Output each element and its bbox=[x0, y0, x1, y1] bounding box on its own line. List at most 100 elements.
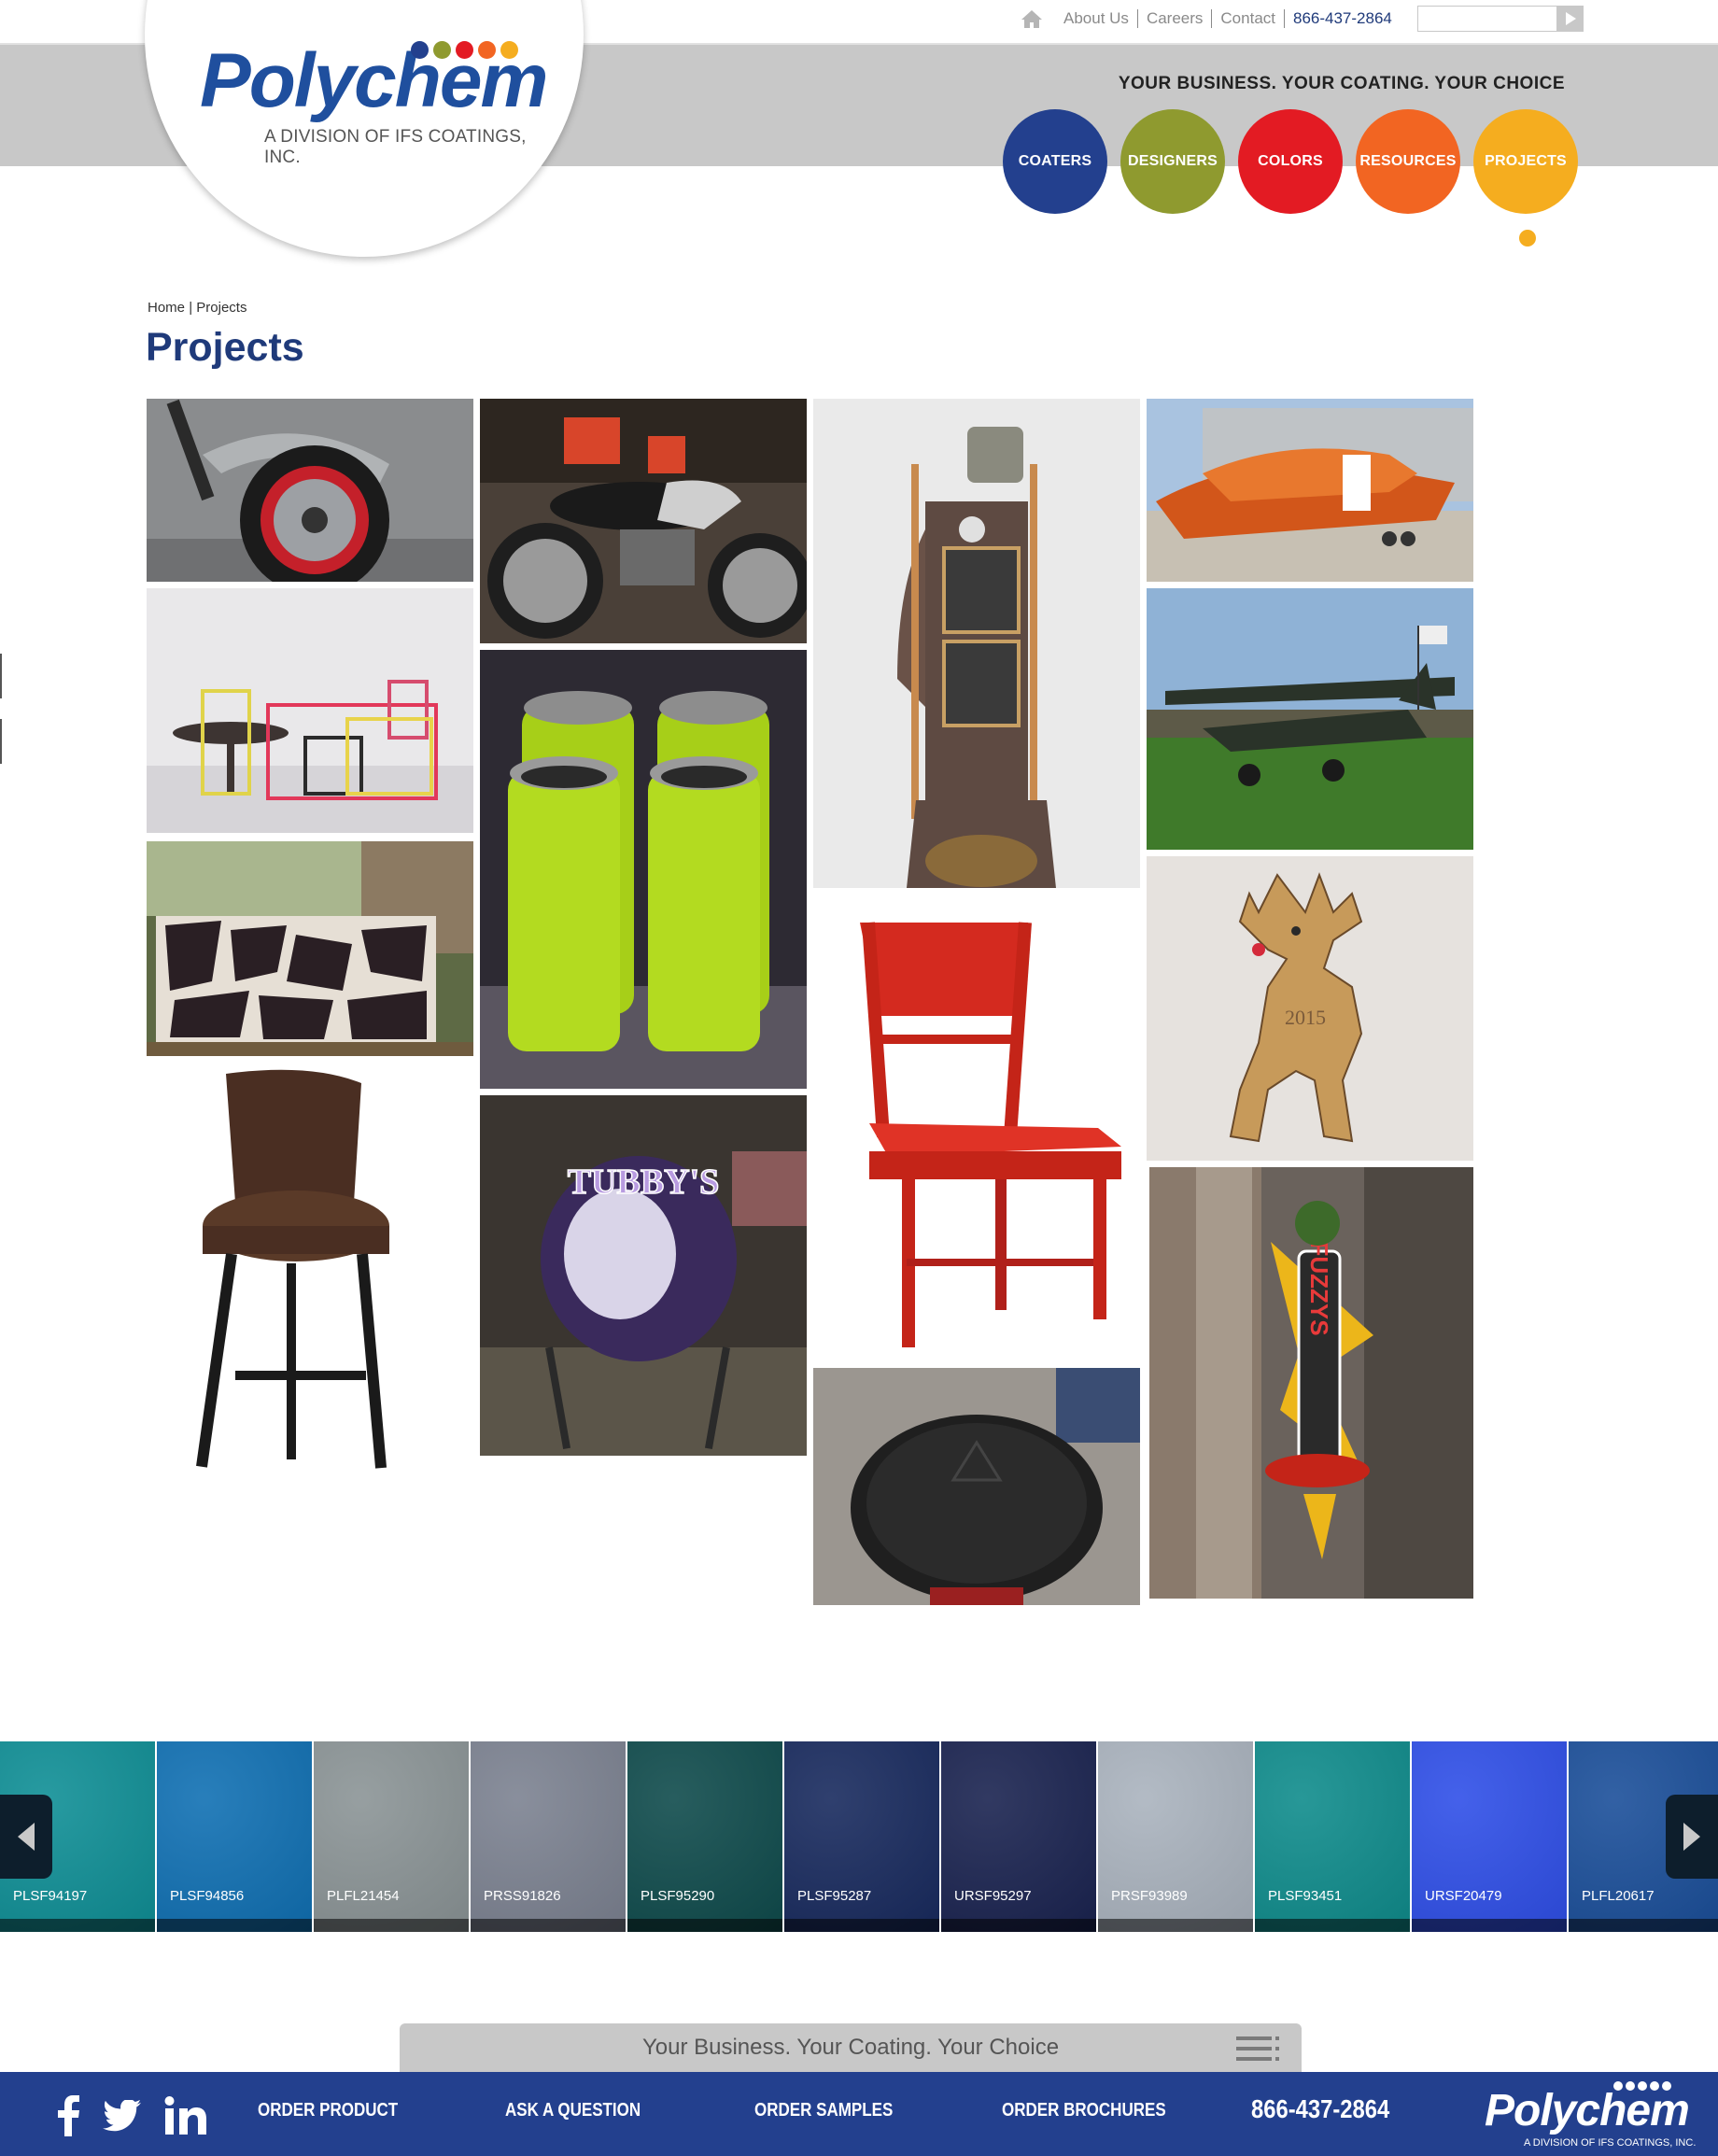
orange-boat-hull-image bbox=[1147, 399, 1473, 582]
swatch-tile[interactable]: URSF20479 bbox=[1412, 1741, 1567, 1932]
reindeer-ornament-image: 2015 bbox=[1147, 856, 1473, 1161]
nav-coaters[interactable]: COATERS bbox=[1003, 109, 1107, 214]
project-steampunk-tower[interactable] bbox=[813, 399, 1140, 888]
project-vintage-airplane[interactable] bbox=[1147, 588, 1473, 850]
utility-links: About Us Careers Contact 866-437-2864 bbox=[1020, 7, 1392, 30]
page: { "header": { "utility_links": ["About U… bbox=[0, 0, 1718, 2156]
swatch-tile[interactable]: URSF95297 bbox=[941, 1741, 1096, 1932]
search-input[interactable] bbox=[1417, 6, 1557, 32]
linkedin-icon[interactable] bbox=[162, 2093, 209, 2139]
logo-dot bbox=[456, 41, 473, 59]
nav-label: PROJECTS bbox=[1485, 153, 1567, 169]
facebook-icon[interactable] bbox=[45, 2093, 92, 2139]
play-arrow-icon bbox=[1566, 12, 1576, 25]
steampunk-tower-image bbox=[813, 399, 1140, 888]
geometric-gate-image bbox=[147, 841, 473, 1056]
project-geometric-gate[interactable] bbox=[147, 841, 473, 1056]
project-tubbys-sign[interactable]: TUBBY'S bbox=[480, 1095, 807, 1456]
nav-projects[interactable]: PROJECTS bbox=[1473, 109, 1578, 214]
header-phone-link[interactable]: 866-437-2864 bbox=[1285, 9, 1392, 28]
logo-dots bbox=[411, 41, 518, 59]
logo-dot bbox=[500, 41, 518, 59]
swatch-footer bbox=[0, 1919, 155, 1932]
swatch-tile[interactable]: PLSF95290 bbox=[627, 1741, 782, 1932]
swatch-tile[interactable]: PRSS91826 bbox=[471, 1741, 626, 1932]
footer-phone[interactable]: 866-437-2864 bbox=[1251, 2094, 1389, 2124]
ornament-year: 2015 bbox=[1285, 1006, 1326, 1029]
swatch-tile[interactable]: PLSF94856 bbox=[157, 1741, 312, 1932]
vintage-airplane-image bbox=[1147, 588, 1473, 850]
footer-logo-wordmark: Polychem bbox=[1485, 2086, 1690, 2135]
nav-resources[interactable]: RESOURCES bbox=[1356, 109, 1460, 214]
tubbys-sign-image: TUBBY'S bbox=[480, 1095, 807, 1456]
logo-dot bbox=[433, 41, 451, 59]
nav-designers[interactable]: DESIGNERS bbox=[1120, 109, 1225, 214]
swatch-code: PLSF95287 bbox=[797, 1888, 872, 1904]
swatch-footer bbox=[627, 1919, 782, 1932]
carousel-next-button[interactable] bbox=[1666, 1795, 1718, 1879]
swatch-code: PLFL21454 bbox=[327, 1888, 400, 1904]
nav-label: RESOURCES bbox=[1359, 153, 1457, 169]
project-red-chair[interactable] bbox=[813, 895, 1140, 1361]
project-honda-motorcycle[interactable] bbox=[480, 399, 807, 643]
page-title: Projects bbox=[146, 325, 304, 370]
logo-tagline: A DIVISION OF IFS COATINGS, INC. bbox=[264, 127, 527, 167]
project-stool-seat[interactable] bbox=[813, 1368, 1140, 1605]
project-fuzzys-sign[interactable]: FUZZYS bbox=[1149, 1167, 1473, 1599]
order-product-link[interactable]: ORDER PRODUCT bbox=[258, 2100, 398, 2121]
nav-colors[interactable]: COLORS bbox=[1238, 109, 1343, 214]
swatch-tile[interactable]: PLSF93451 bbox=[1255, 1741, 1410, 1932]
order-brochures-link[interactable]: ORDER BROCHURES bbox=[1002, 2100, 1166, 2121]
breadcrumb-separator: | bbox=[189, 300, 193, 316]
project-motorcycle-wheel[interactable] bbox=[147, 399, 473, 582]
header-slogan: YOUR BUSINESS. YOUR COATING. YOUR CHOICE bbox=[1118, 74, 1565, 93]
polychem-logo[interactable]: Polychem A DIVISION OF IFS COATINGS, INC… bbox=[198, 37, 548, 167]
contact-link[interactable]: Contact bbox=[1212, 9, 1284, 28]
search-submit-button[interactable] bbox=[1557, 6, 1584, 32]
logo-dot bbox=[478, 41, 496, 59]
tubbys-text: TUBBY'S bbox=[568, 1163, 720, 1202]
home-icon[interactable] bbox=[1020, 8, 1044, 29]
green-tumblers-image bbox=[480, 650, 807, 1089]
project-reindeer-ornament[interactable]: 2015 bbox=[1147, 856, 1473, 1161]
footer-logo[interactable]: Polychem A DIVISION OF IFS COATINGS, INC… bbox=[1485, 2081, 1699, 2152]
swatch-footer bbox=[1098, 1919, 1253, 1932]
arrow-left-icon bbox=[18, 1823, 35, 1851]
red-chair-image bbox=[813, 895, 1140, 1361]
swatch-tile[interactable]: PLSF95287 bbox=[784, 1741, 939, 1932]
swatch-footer bbox=[1412, 1919, 1567, 1932]
swatch-footer bbox=[1569, 1919, 1718, 1932]
order-samples-link[interactable]: ORDER SAMPLES bbox=[754, 2100, 893, 2121]
tagline-bar: Your Business. Your Coating. Your Choice bbox=[400, 2023, 1302, 2072]
swatch-footer bbox=[1255, 1919, 1410, 1932]
about-us-link[interactable]: About Us bbox=[1055, 9, 1137, 28]
swatch-tile[interactable]: PLFL21454 bbox=[314, 1741, 469, 1932]
swatch-code: PLSF95290 bbox=[641, 1888, 715, 1904]
active-nav-indicator bbox=[1519, 230, 1536, 247]
edge-mark bbox=[0, 719, 2, 764]
nav-label: COATERS bbox=[1018, 153, 1092, 169]
swatch-code: PLSF94197 bbox=[13, 1888, 88, 1904]
stool-seat-image bbox=[813, 1368, 1140, 1605]
ask-question-link[interactable]: ASK A QUESTION bbox=[505, 2100, 641, 2121]
swatch-code: PRSS91826 bbox=[484, 1888, 561, 1904]
arrow-right-icon bbox=[1683, 1823, 1700, 1851]
swatch-footer bbox=[784, 1919, 939, 1932]
swatch-footer bbox=[314, 1919, 469, 1932]
breadcrumb-home[interactable]: Home bbox=[148, 300, 185, 316]
twitter-icon[interactable] bbox=[99, 2093, 146, 2139]
swatch-code: URSF95297 bbox=[954, 1888, 1032, 1904]
colored-table-frames-image bbox=[147, 588, 473, 833]
project-orange-boat[interactable] bbox=[1147, 399, 1473, 582]
project-bar-stool[interactable] bbox=[147, 1063, 473, 1483]
breadcrumb: Home | Projects bbox=[148, 300, 246, 316]
swatch-tile[interactable]: PRSF93989 bbox=[1098, 1741, 1253, 1932]
menu-lines-icon[interactable] bbox=[1236, 2036, 1283, 2061]
project-green-tumblers[interactable] bbox=[480, 650, 807, 1089]
swatch-code: PRSF93989 bbox=[1111, 1888, 1188, 1904]
careers-link[interactable]: Careers bbox=[1138, 9, 1211, 28]
project-table-frames[interactable] bbox=[147, 588, 473, 833]
swatch-code: PLSF93451 bbox=[1268, 1888, 1343, 1904]
carousel-prev-button[interactable] bbox=[0, 1795, 52, 1879]
nav-label: COLORS bbox=[1258, 153, 1323, 169]
